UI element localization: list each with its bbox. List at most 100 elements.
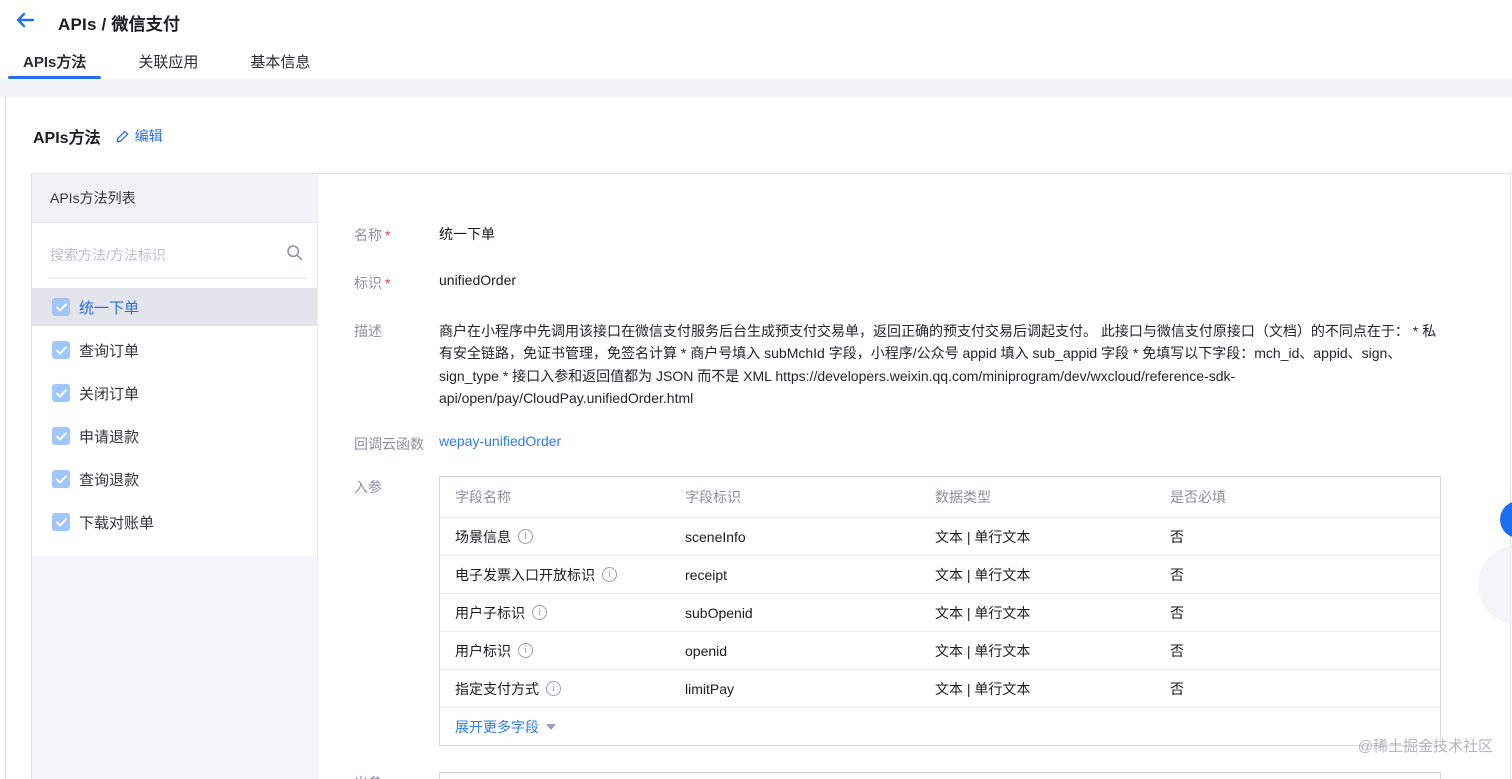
table-row: 指定支付方式 i limitPay 文本 | 单行文本 否 (440, 669, 1440, 707)
field-name: 用户标识 (455, 642, 511, 659)
output-params-label: 出参 (354, 772, 439, 779)
table-row: 用户标识 i openid 文本 | 单行文本 否 (440, 631, 1440, 669)
page: APIs / 微信支付 APIs方法 关联应用 基本信息 APIs方法 编辑 A… (0, 0, 1512, 779)
description-value: 商户在小程序中先调用该接口在微信支付服务后台生成预支付交易单，返回正确的预支付交… (439, 323, 1437, 406)
info-icon[interactable]: i (532, 605, 547, 621)
search-input[interactable]: 搜索方法/方法标识 (48, 223, 307, 279)
name-field-row: 名称 * 统一下单 (354, 224, 1510, 245)
checkbox-checked-icon[interactable] (52, 298, 70, 316)
info-icon[interactable]: i (518, 643, 533, 659)
col-header-field-name: 字段名称 (455, 489, 511, 506)
checkbox-checked-icon[interactable] (52, 470, 70, 488)
col-header-data-type: 数据类型 (935, 489, 991, 506)
method-item-download-bill[interactable]: 下载对账单 (32, 503, 317, 541)
expand-more-fields-link[interactable]: 展开更多字段 (440, 707, 1440, 745)
output-params-row: 出参 (354, 772, 1510, 779)
page-title: APIs方法 (33, 130, 101, 147)
method-detail: 名称 * 统一下单 标识 * unifiedOrder 描述 商户在小程序中先调用该… (318, 174, 1510, 779)
name-label: 名称 * (354, 227, 391, 243)
field-required: 否 (1170, 604, 1184, 621)
table-row: 电子发票入口开放标识 i receipt 文本 | 单行文本 否 (440, 555, 1440, 593)
field-type: 文本 | 单行文本 (935, 642, 1031, 659)
output-params-table (439, 772, 1441, 779)
tab-linked-apps[interactable]: 关联应用 (123, 44, 213, 79)
search-placeholder: 搜索方法/方法标识 (50, 247, 166, 263)
edit-label: 编辑 (134, 128, 163, 144)
info-icon[interactable]: i (546, 681, 561, 697)
edit-button[interactable]: 编辑 (115, 126, 163, 146)
method-item-label: 查询退款 (79, 471, 140, 489)
method-item-label: 申请退款 (79, 428, 140, 446)
method-item-close-order[interactable]: 关闭订单 (32, 374, 317, 412)
field-type: 文本 | 单行文本 (935, 528, 1031, 545)
back-button[interactable] (10, 7, 40, 37)
methods-sidebar: APIs方法列表 搜索方法/方法标识 统一下单 查询订单 关闭订单 申请退款 查… (32, 174, 318, 779)
field-id: openid (685, 642, 728, 659)
callback-function-link[interactable]: wepay-unifiedOrder (439, 433, 561, 454)
callback-label: 回调云函数 (354, 436, 424, 453)
tab-apis-methods[interactable]: APIs方法 (8, 44, 102, 79)
expand-label: 展开更多字段 (455, 718, 539, 735)
breadcrumb: APIs / 微信支付 (58, 14, 181, 34)
col-header-field-id: 字段标识 (685, 489, 741, 506)
methods-panel: APIs方法列表 搜索方法/方法标识 统一下单 查询订单 关闭订单 申请退款 查… (31, 173, 1511, 779)
required-mark: * (385, 275, 391, 291)
watermark: @稀土掘金技术社区 (1357, 738, 1493, 755)
input-params-table: 字段名称 字段标识 数据类型 是否必填 场景信息 i sceneInfo 文本 |… (439, 476, 1441, 747)
tab-basic-info[interactable]: 基本信息 (235, 44, 325, 79)
col-header-required: 是否必填 (1170, 489, 1226, 506)
table-row: 场景信息 i sceneInfo 文本 | 单行文本 否 (440, 517, 1440, 555)
field-required: 否 (1170, 680, 1184, 697)
checkbox-checked-icon[interactable] (52, 384, 70, 402)
page-background-strip (0, 79, 1512, 97)
sidebar-list-area: 搜索方法/方法标识 统一下单 查询订单 关闭订单 申请退款 查询退款 下载对账单 (32, 223, 317, 556)
tab-bar: APIs方法 关联应用 基本信息 (0, 44, 1512, 79)
id-value: unifiedOrder (439, 272, 517, 288)
field-type: 文本 | 单行文本 (935, 680, 1031, 697)
method-item-query-order[interactable]: 查询订单 (32, 331, 317, 369)
field-type: 文本 | 单行文本 (935, 566, 1031, 583)
arrow-left-icon (15, 12, 35, 33)
description-label: 描述 (354, 323, 382, 339)
checkbox-checked-icon[interactable] (52, 427, 70, 445)
field-id: limitPay (685, 680, 735, 697)
sidebar-title: APIs方法列表 (32, 174, 317, 223)
name-value: 统一下单 (439, 226, 495, 242)
field-id: sceneInfo (685, 528, 746, 545)
method-item-label: 关闭订单 (79, 385, 140, 403)
input-params-row: 入参 字段名称 字段标识 数据类型 是否必填 场景信息 i sceneInfo 文… (354, 476, 1510, 747)
input-params-label: 入参 (354, 479, 382, 496)
method-item-label: 下载对账单 (79, 514, 155, 532)
field-name: 用户子标识 (455, 604, 525, 621)
method-item-unified-order[interactable]: 统一下单 (32, 288, 317, 326)
checkbox-checked-icon[interactable] (52, 341, 70, 359)
method-list: 统一下单 查询订单 关闭订单 申请退款 查询退款 下载对账单 (32, 279, 317, 541)
content-card: APIs方法 编辑 APIs方法列表 搜索方法/方法标识 统一下单 查询订单 关… (5, 97, 1512, 779)
table-row: 用户子标识 i subOpenid 文本 | 单行文本 否 (440, 593, 1440, 631)
callback-field-row: 回调云函数 wepay-unifiedOrder (354, 433, 1510, 454)
field-id: receipt (685, 566, 728, 583)
method-item-query-refund[interactable]: 查询退款 (32, 460, 317, 498)
chevron-down-icon (546, 723, 556, 730)
field-name: 场景信息 (455, 528, 511, 545)
method-item-label: 查询订单 (79, 342, 140, 360)
field-required: 否 (1170, 566, 1184, 583)
checkbox-checked-icon[interactable] (52, 513, 70, 531)
field-required: 否 (1170, 642, 1184, 659)
table-header-row: 字段名称 字段标识 数据类型 是否必填 (440, 477, 1440, 517)
required-mark: * (385, 227, 391, 243)
field-required: 否 (1170, 528, 1184, 545)
method-item-apply-refund[interactable]: 申请退款 (32, 417, 317, 455)
id-field-row: 标识 * unifiedOrder (354, 272, 1510, 293)
description-field-row: 描述 商户在小程序中先调用该接口在微信支付服务后台生成预支付交易单，返回正确的预… (354, 320, 1510, 409)
pencil-icon (116, 130, 128, 142)
field-name: 电子发票入口开放标识 (455, 566, 595, 583)
method-item-label: 统一下单 (79, 299, 140, 317)
search-icon[interactable] (286, 244, 303, 266)
info-icon[interactable]: i (518, 529, 533, 545)
field-id: subOpenid (685, 604, 753, 621)
top-header: APIs / 微信支付 (0, 0, 1512, 44)
field-name: 指定支付方式 (455, 680, 539, 697)
info-icon[interactable]: i (602, 567, 617, 583)
field-type: 文本 | 单行文本 (935, 604, 1031, 621)
